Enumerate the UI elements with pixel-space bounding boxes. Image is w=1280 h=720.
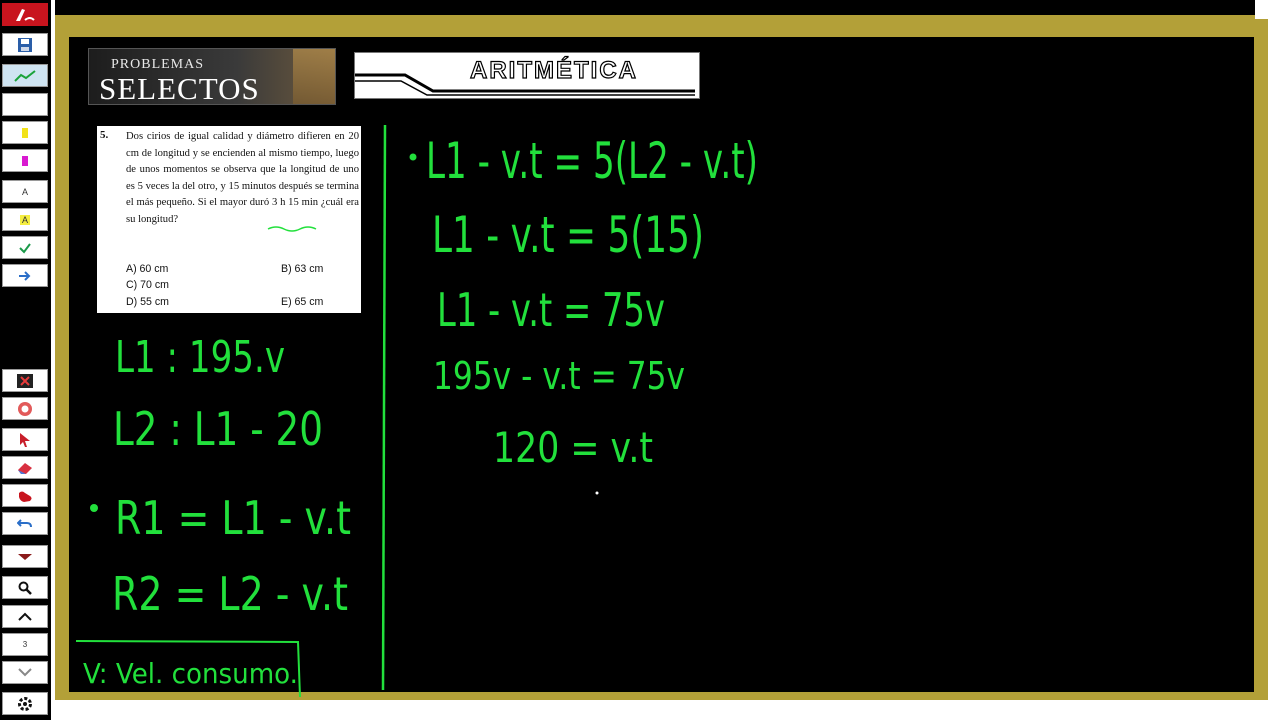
hw-right-4: 195v - v.t = 75v — [433, 354, 685, 398]
hw-left-3: R1 = L1 - v.t — [115, 491, 351, 545]
divider-line — [381, 124, 387, 691]
hw-right-5: 120 = v.t — [493, 423, 653, 472]
hw-right-2: L1 - v.t = 5(15) — [432, 206, 704, 264]
hw-left-1: L1 : 195.v — [115, 332, 285, 383]
hw-left-5: V: Vel. consumo. — [83, 657, 298, 690]
hw-right-1: L1 - v.t = 5(L2 - v.t) — [426, 132, 758, 190]
hw-left-2: L2 : L1 - 20 — [113, 402, 323, 456]
hw-left-4: R2 = L2 - v.t — [112, 567, 348, 621]
handwriting-layer: L1 : 195.v L2 : L1 - 20 R1 = L1 - v.t R2… — [75, 124, 758, 698]
hw-right-3: L1 - v.t = 75v — [437, 283, 665, 337]
